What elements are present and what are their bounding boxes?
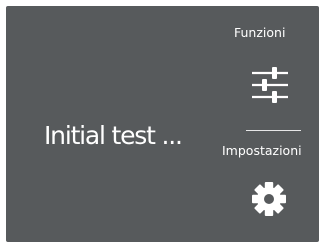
gear-icon [252,182,286,216]
device-screen: Initial test ... Funzioni Impostazioni [6,6,319,242]
settings-button[interactable] [248,178,290,220]
sliders-icon [252,67,288,103]
functions-label: Funzioni [234,25,286,40]
settings-label: Impostazioni [222,143,302,158]
status-message: Initial test ... [44,121,183,150]
menu-divider [246,130,301,131]
functions-button[interactable] [247,62,293,108]
